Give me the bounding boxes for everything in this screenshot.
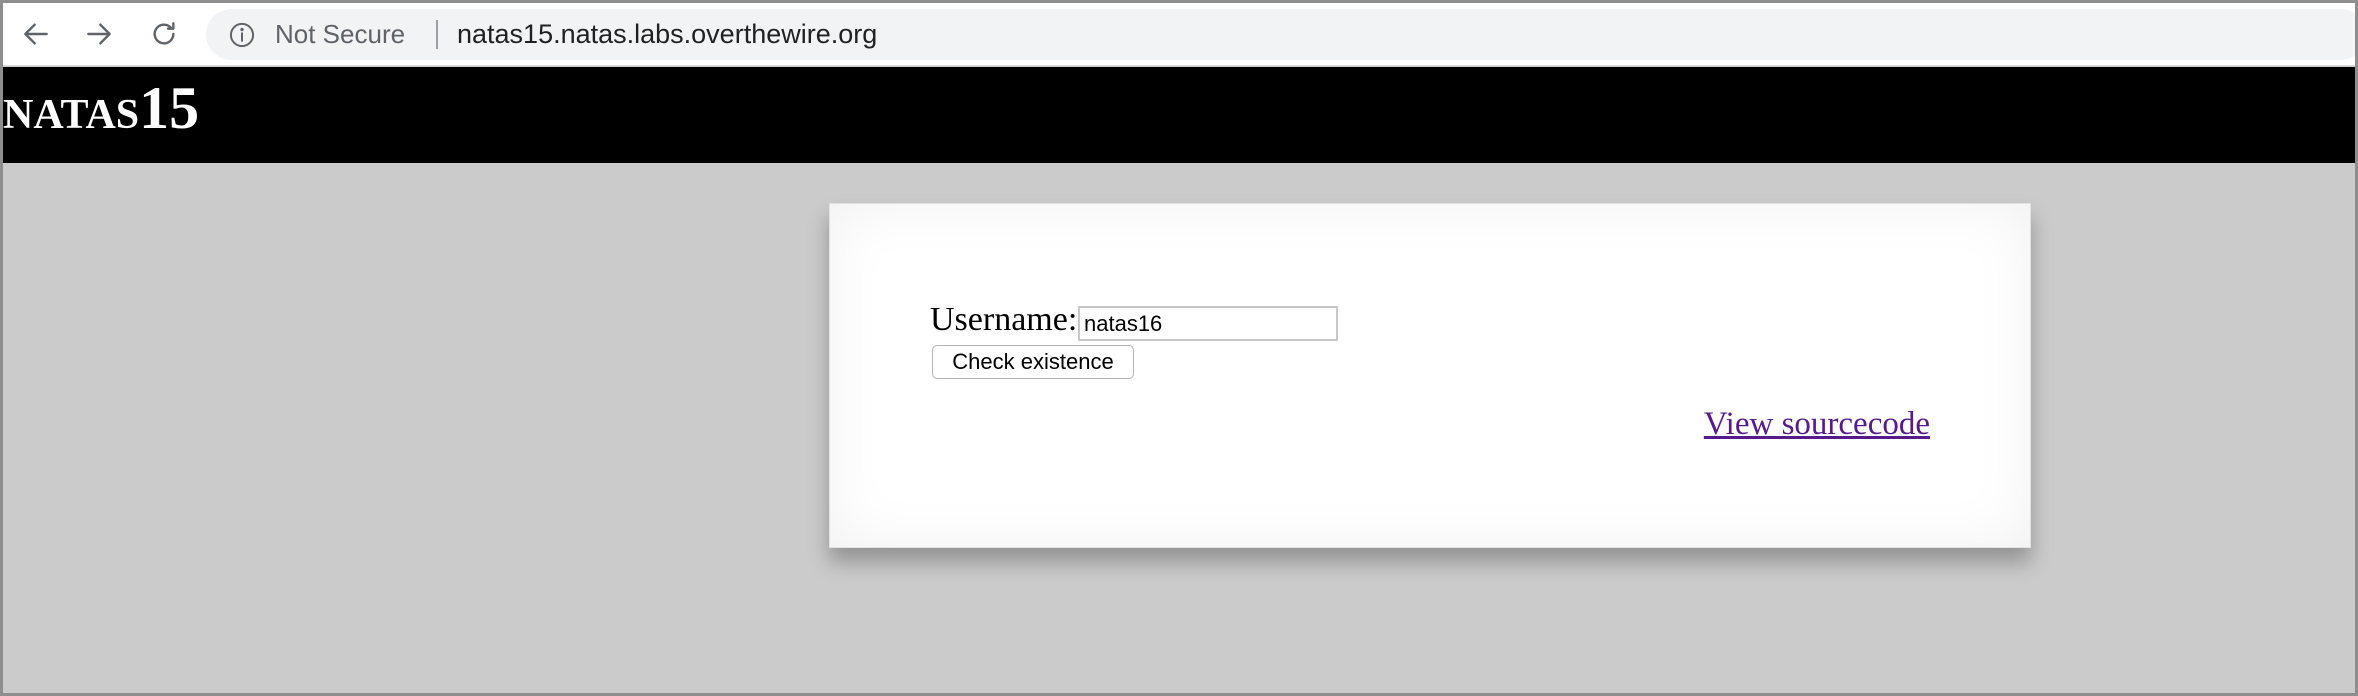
username-label: Username: — [930, 301, 1078, 338]
forward-button[interactable] — [78, 13, 120, 55]
browser-window: Not Secure natas15.natas.labs.overthewir… — [0, 0, 2358, 696]
content-card: Username: Check existence View sourcecod… — [829, 203, 2031, 548]
address-bar[interactable]: Not Secure natas15.natas.labs.overthewir… — [206, 9, 2355, 60]
view-sourcecode-link[interactable]: View sourcecode — [1704, 408, 1930, 441]
back-button[interactable] — [15, 13, 57, 55]
info-icon[interactable] — [228, 21, 256, 49]
check-existence-button[interactable]: Check existence — [932, 345, 1134, 379]
security-status-text[interactable]: Not Secure — [275, 9, 405, 60]
reload-button[interactable] — [143, 13, 185, 55]
address-divider — [436, 20, 438, 49]
page-title: natas15 — [3, 75, 200, 141]
username-input[interactable] — [1078, 306, 1338, 341]
arrow-right-icon — [87, 23, 111, 45]
browser-toolbar: Not Secure natas15.natas.labs.overthewir… — [3, 3, 2355, 66]
url-text[interactable]: natas15.natas.labs.overthewire.org — [457, 9, 877, 60]
arrow-left-icon — [24, 23, 48, 45]
page-header: natas15 — [3, 67, 2355, 163]
reload-icon — [153, 22, 175, 45]
